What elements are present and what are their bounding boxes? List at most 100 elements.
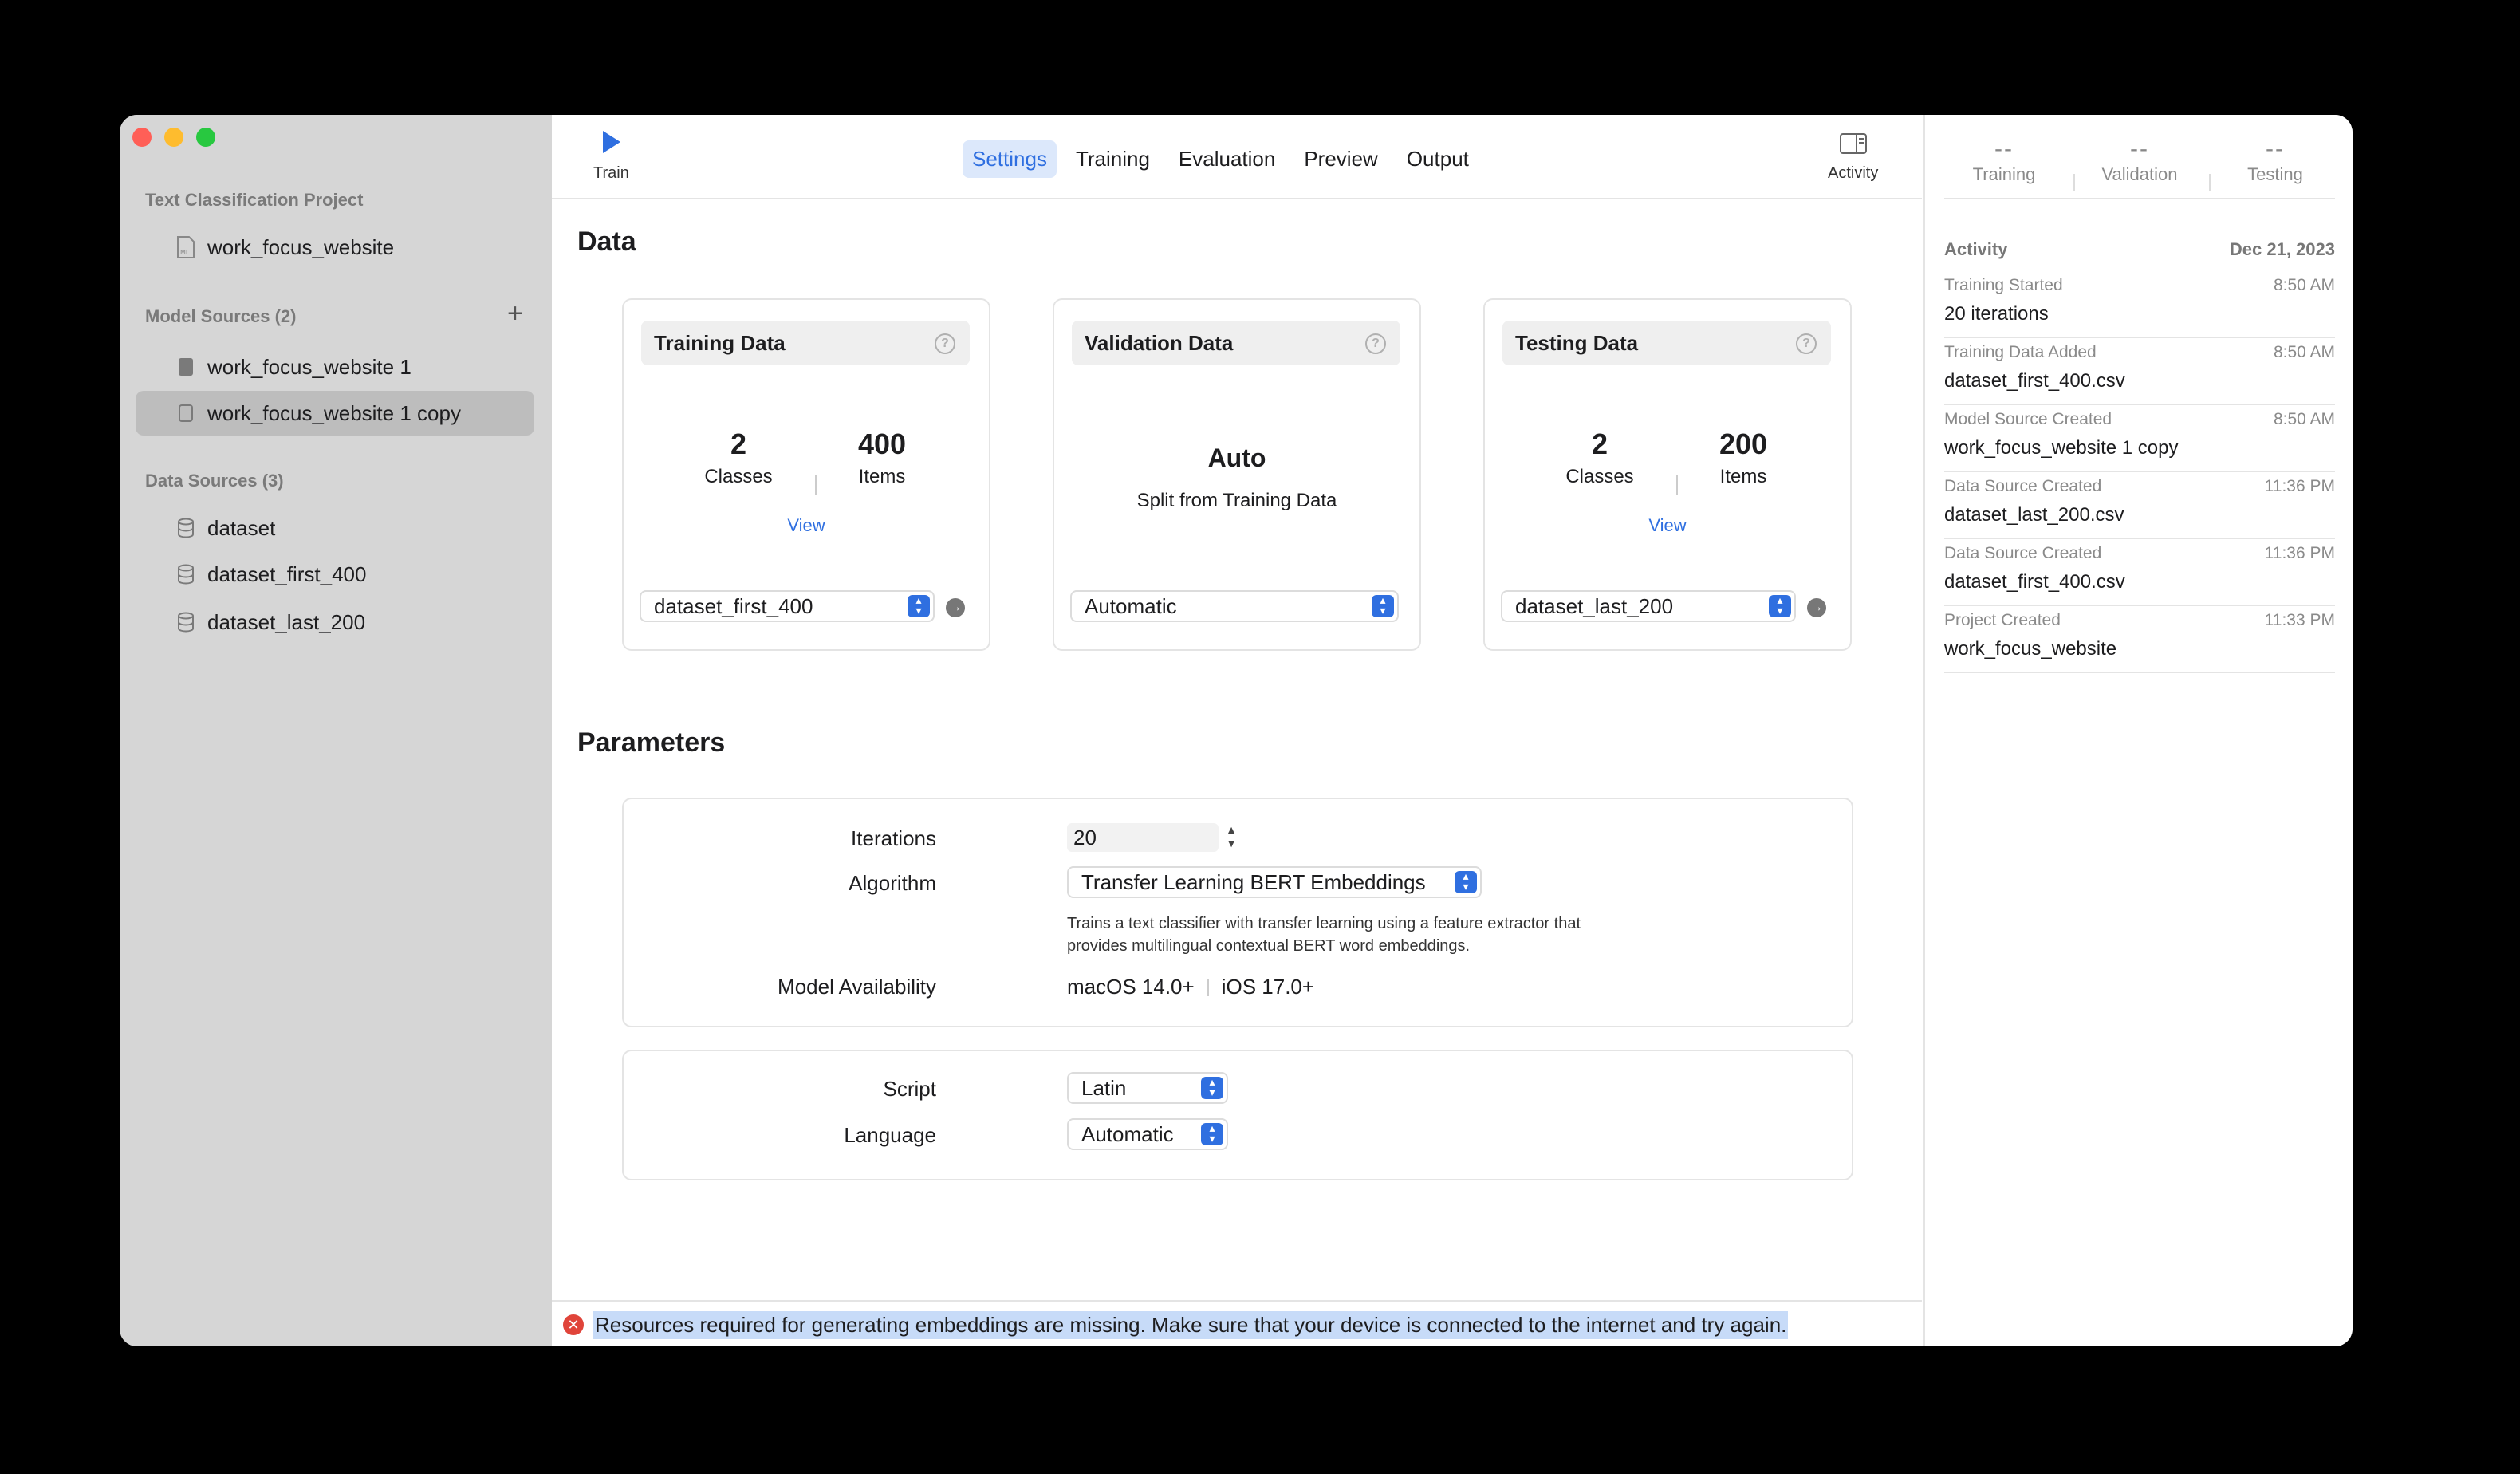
sidebar-item-model-source-selected[interactable]: work_focus_website 1 copy: [136, 391, 534, 436]
metric-label: Training: [1972, 164, 2036, 184]
stepper-arrows-icon[interactable]: ▲ ▼: [1223, 823, 1239, 852]
divider: [2073, 174, 2075, 191]
model-availability-label: Model Availability: [778, 975, 936, 999]
help-icon[interactable]: ?: [1796, 333, 1817, 354]
entry-detail: dataset_last_200.csv: [1944, 504, 2124, 526]
model-icon: [175, 355, 196, 379]
train-button[interactable]: Train: [593, 129, 629, 183]
entry-detail: work_focus_website: [1944, 638, 2117, 660]
minimize-window-button[interactable]: [164, 128, 183, 147]
activity-entry[interactable]: Data Source Created 11:36 PM dataset_fir…: [1944, 539, 2335, 606]
algorithm-description: Trains a text classifier with transfer l…: [1067, 912, 1581, 957]
activity-header: Activity Dec 21, 2023: [1944, 239, 2335, 260]
zoom-window-button[interactable]: [196, 128, 215, 147]
entry-time: 11:33 PM: [2264, 611, 2335, 629]
select-value: Transfer Learning BERT Embeddings: [1081, 869, 1426, 894]
chevron-updown-icon: ▴ ▾: [1201, 1122, 1223, 1145]
help-icon[interactable]: ?: [1365, 333, 1386, 354]
chevron-updown-icon: ▴ ▾: [1769, 594, 1791, 617]
tab-settings[interactable]: Settings: [963, 140, 1057, 178]
script-label: Script: [883, 1077, 936, 1101]
card-header: Training Data ?: [641, 321, 970, 365]
add-model-source-button[interactable]: +: [507, 298, 523, 329]
entry-time: 11:36 PM: [2264, 477, 2335, 495]
database-icon: [175, 562, 196, 586]
view-training-link[interactable]: View: [624, 515, 989, 536]
script-select[interactable]: Latin ▴ ▾: [1067, 1072, 1228, 1104]
card-title: Training Data: [654, 330, 786, 355]
algorithm-select[interactable]: Transfer Learning BERT Embeddings ▴ ▾: [1067, 866, 1482, 898]
error-message[interactable]: Resources required for generating embedd…: [593, 1310, 1789, 1339]
card-header: Validation Data ?: [1072, 321, 1400, 365]
database-icon: [175, 610, 196, 634]
sidebar-right-icon: [1839, 132, 1868, 160]
training-data-select[interactable]: dataset_first_400 ▴ ▾: [640, 590, 935, 622]
select-value: Automatic: [1081, 1121, 1174, 1146]
entry-detail: dataset_first_400.csv: [1944, 370, 2125, 392]
tab-preview[interactable]: Preview: [1294, 140, 1387, 178]
testing-data-select[interactable]: dataset_last_200 ▴ ▾: [1501, 590, 1796, 622]
algorithm-description-line: Trains a text classifier with transfer l…: [1067, 915, 1581, 932]
algorithm-label: Algorithm: [849, 871, 936, 895]
entry-title: Model Source Created: [1944, 410, 2112, 428]
activity-entry[interactable]: Training Started 8:50 AM 20 iterations: [1944, 271, 2335, 338]
iterations-input[interactable]: 20: [1067, 823, 1219, 852]
activity-date: Dec 21, 2023: [2229, 239, 2335, 259]
tab-evaluation[interactable]: Evaluation: [1169, 140, 1285, 178]
chevron-updown-icon: ▴ ▾: [1455, 870, 1477, 893]
svg-text:ML: ML: [180, 249, 190, 256]
validation-data-select[interactable]: Automatic ▴ ▾: [1070, 590, 1399, 622]
database-icon: [175, 516, 196, 540]
activity-entry[interactable]: Project Created 11:33 PM work_focus_webs…: [1944, 606, 2335, 673]
view-testing-link[interactable]: View: [1485, 515, 1850, 536]
settings-content: Data Training Data ? 2 Classes 400 Items…: [552, 199, 1922, 1300]
entry-time: 8:50 AM: [2273, 410, 2335, 428]
tab-training[interactable]: Training: [1066, 140, 1160, 178]
sidebar: Text Classification Project ML work_focu…: [120, 115, 553, 1346]
sidebar-item-data-source[interactable]: dataset_first_400: [136, 552, 534, 597]
sidebar-item-project[interactable]: ML work_focus_website: [136, 225, 534, 270]
app-window: Text Classification Project ML work_focu…: [120, 115, 2353, 1346]
arrow-right-circle-icon[interactable]: →: [1807, 598, 1826, 617]
entry-title: Data Source Created: [1944, 477, 2102, 495]
tab-output[interactable]: Output: [1397, 140, 1479, 178]
classes-stat: 2 Classes: [1536, 428, 1664, 488]
activity-entry[interactable]: Data Source Created 11:36 PM dataset_las…: [1944, 472, 2335, 539]
arrow-right-circle-icon[interactable]: →: [946, 598, 965, 617]
items-label: Items: [1719, 466, 1767, 487]
sidebar-item-label: work_focus_website 1: [207, 354, 411, 379]
language-select[interactable]: Automatic ▴ ▾: [1067, 1118, 1228, 1150]
training-data-card: Training Data ? 2 Classes 400 Items View…: [622, 298, 990, 651]
classes-count: 2: [730, 428, 747, 460]
ios-availability: iOS 17.0+: [1221, 975, 1315, 999]
entry-title: Training Started: [1944, 276, 2063, 294]
select-value: Automatic: [1085, 593, 1177, 618]
model-sources-header: Model Sources (2): [145, 306, 297, 326]
validation-metric: -- Validation: [2080, 136, 2199, 185]
activity-title: Activity: [1944, 239, 2008, 259]
chevron-updown-icon: ▴ ▾: [1372, 594, 1394, 617]
sidebar-item-data-source[interactable]: dataset: [136, 506, 534, 550]
help-icon[interactable]: ?: [935, 333, 955, 354]
activity-toggle-button[interactable]: Activity: [1828, 132, 1878, 183]
toolbar: Train Settings Training Evaluation Previ…: [552, 115, 1922, 199]
activity-label: Activity: [1828, 164, 1879, 182]
select-value: dataset_last_200: [1515, 593, 1674, 618]
classes-label: Classes: [704, 466, 773, 487]
close-window-button[interactable]: [132, 128, 152, 147]
sidebar-item-model-source[interactable]: work_focus_website 1: [136, 345, 534, 389]
iterations-label: Iterations: [851, 826, 936, 850]
divider: [2209, 174, 2211, 191]
entry-title: Training Data Added: [1944, 343, 2097, 361]
classes-label: Classes: [1565, 466, 1634, 487]
divider: [1944, 198, 2335, 199]
sidebar-item-data-source[interactable]: dataset_last_200: [136, 600, 534, 644]
metric-label: Testing: [2247, 164, 2303, 184]
sidebar-item-label: work_focus_website 1 copy: [207, 400, 461, 425]
card-header: Testing Data ?: [1502, 321, 1831, 365]
iterations-stepper[interactable]: 20 ▲ ▼: [1067, 823, 1241, 852]
activity-entry[interactable]: Model Source Created 8:50 AM work_focus_…: [1944, 405, 2335, 472]
parameters-section-title: Parameters: [577, 727, 726, 758]
activity-entry[interactable]: Training Data Added 8:50 AM dataset_firs…: [1944, 338, 2335, 405]
sidebar-item-label: dataset: [207, 515, 276, 540]
